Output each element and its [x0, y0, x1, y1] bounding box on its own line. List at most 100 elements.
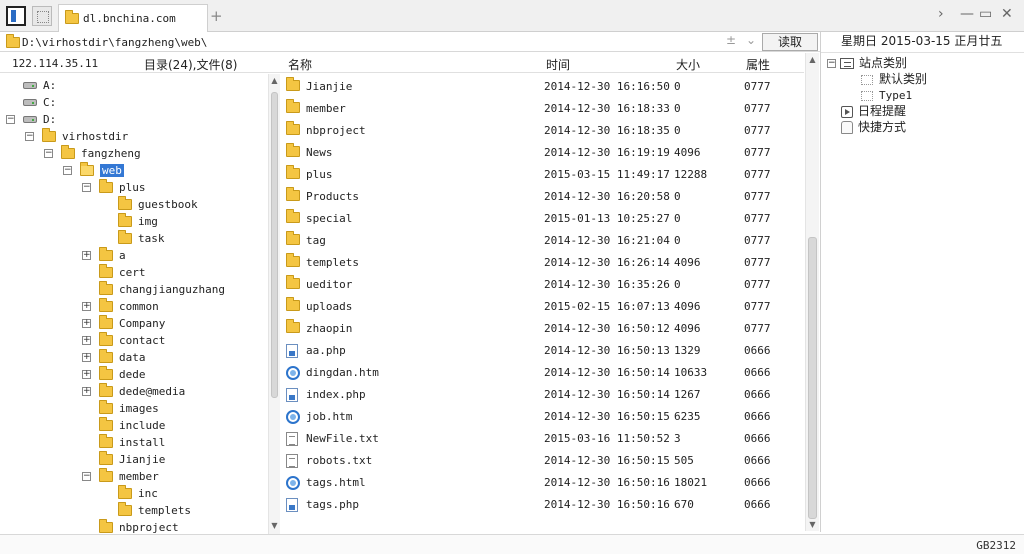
- panel-toggle-icon[interactable]: [6, 6, 26, 26]
- tree-item[interactable]: − member: [82, 467, 159, 484]
- collapse-icon[interactable]: −: [827, 59, 836, 68]
- file-row[interactable]: ueditor 2014-12-30 16:35:26 0 0777: [282, 274, 804, 296]
- collapse-icon[interactable]: −: [44, 148, 53, 158]
- site-category-node[interactable]: − 站点类别: [827, 55, 907, 71]
- blank-tab-icon[interactable]: [32, 6, 52, 26]
- shortcut-node[interactable]: 快捷方式: [841, 119, 906, 135]
- tree-item[interactable]: Jianjie: [82, 450, 165, 467]
- tree-item[interactable]: + common: [82, 297, 159, 314]
- tree-item-label: A:: [43, 78, 57, 92]
- col-attr-header[interactable]: 属性: [746, 56, 770, 73]
- expand-icon[interactable]: +: [82, 318, 91, 328]
- read-button[interactable]: 读取: [762, 33, 818, 51]
- file-row[interactable]: nbproject 2014-12-30 16:18:35 0 0777: [282, 120, 804, 142]
- file-row[interactable]: Jianjie 2014-12-30 16:16:50 0 0777: [282, 76, 804, 98]
- file-attr: 0666: [744, 388, 771, 401]
- tree-item[interactable]: + Company: [82, 314, 165, 331]
- tree-item[interactable]: C:: [6, 93, 56, 110]
- maximize-icon[interactable]: ▭: [979, 6, 992, 22]
- path-dropdown-icon[interactable]: ⌄: [746, 33, 756, 47]
- tree-item[interactable]: changjianguzhang: [82, 280, 225, 297]
- collapse-icon[interactable]: −: [6, 114, 15, 124]
- file-row[interactable]: zhaopin 2014-12-30 16:50:12 4096 0777: [282, 318, 804, 340]
- tree-item[interactable]: task: [101, 229, 165, 246]
- tree-item[interactable]: templets: [101, 501, 191, 518]
- expand-icon[interactable]: +: [82, 250, 91, 260]
- file-row[interactable]: dingdan.htm 2014-12-30 16:50:14 10633 0666: [282, 362, 804, 384]
- collapse-icon[interactable]: −: [25, 131, 34, 141]
- scroll-up-icon[interactable]: ▲: [806, 55, 819, 64]
- tree-item[interactable]: + dede@media: [82, 382, 185, 399]
- tree-item-label: install: [119, 435, 166, 449]
- path-adjust-icon[interactable]: ±: [726, 33, 736, 47]
- file-row[interactable]: tag 2014-12-30 16:21:04 0 0777: [282, 230, 804, 252]
- right-panel: 星期日 2015-03-15 正月廿五 − 站点类别 默认类别 Type1 日程提…: [820, 32, 1024, 532]
- expand-icon[interactable]: +: [82, 301, 91, 311]
- tree-item[interactable]: − fangzheng: [44, 144, 141, 161]
- tree-item[interactable]: cert: [82, 263, 146, 280]
- scroll-up-icon[interactable]: ▲: [269, 76, 280, 85]
- expand-icon[interactable]: +: [82, 352, 91, 362]
- close-icon[interactable]: ✕: [1001, 6, 1013, 22]
- tree-item[interactable]: − plus: [82, 178, 146, 195]
- file-row[interactable]: index.php 2014-12-30 16:50:14 1267 0666: [282, 384, 804, 406]
- schedule-node[interactable]: 日程提醒: [841, 103, 906, 119]
- tree-scrollbar[interactable]: ▲ ▼: [268, 74, 280, 534]
- tree-item[interactable]: − web: [63, 161, 124, 178]
- tab-active[interactable]: dl.bnchina.com: [58, 4, 208, 32]
- file-list-scrollbar[interactable]: ▲ ▼: [805, 53, 819, 531]
- file-row[interactable]: tags.html 2014-12-30 16:50:16 18021 0666: [282, 472, 804, 494]
- file-time: 2014-12-30 16:35:26: [544, 278, 670, 291]
- file-row[interactable]: job.htm 2014-12-30 16:50:15 6235 0666: [282, 406, 804, 428]
- file-row[interactable]: member 2014-12-30 16:18:33 0 0777: [282, 98, 804, 120]
- file-row[interactable]: NewFile.txt 2015-03-16 11:50:52 3 0666: [282, 428, 804, 450]
- chevron-right-icon[interactable]: ›: [938, 6, 944, 22]
- tree-item[interactable]: + dede: [82, 365, 146, 382]
- col-name-header[interactable]: 名称: [288, 56, 312, 73]
- tree-item[interactable]: img: [101, 212, 158, 229]
- tree-item[interactable]: inc: [101, 484, 158, 501]
- tree-scroll-thumb[interactable]: [271, 92, 278, 398]
- tree-item[interactable]: + a: [82, 246, 126, 263]
- tree-item[interactable]: − D:: [6, 110, 56, 127]
- scroll-down-icon[interactable]: ▼: [269, 521, 280, 530]
- folder-icon: [99, 280, 113, 295]
- type1-node[interactable]: Type1: [861, 88, 912, 104]
- file-row[interactable]: special 2015-01-13 10:25:27 0 0777: [282, 208, 804, 230]
- add-tab-icon[interactable]: +: [210, 7, 223, 25]
- tree-item[interactable]: install: [82, 433, 165, 450]
- tree-item[interactable]: images: [82, 399, 159, 416]
- tree-item[interactable]: include: [82, 416, 165, 433]
- file-size: 6235: [674, 410, 701, 423]
- path-input[interactable]: [22, 34, 762, 50]
- collapse-icon[interactable]: −: [82, 182, 91, 192]
- expand-icon[interactable]: +: [82, 335, 91, 345]
- file-row[interactable]: templets 2014-12-30 16:26:14 4096 0777: [282, 252, 804, 274]
- tree-item[interactable]: + data: [82, 348, 146, 365]
- collapse-icon[interactable]: −: [82, 471, 91, 481]
- tree-item[interactable]: nbproject: [82, 518, 179, 535]
- col-time-header[interactable]: 时间: [546, 56, 570, 73]
- col-size-header[interactable]: 大小: [676, 56, 700, 73]
- file-row[interactable]: tags.php 2014-12-30 16:50:16 670 0666: [282, 494, 804, 516]
- expand-icon[interactable]: +: [82, 386, 91, 396]
- collapse-icon[interactable]: −: [63, 165, 72, 175]
- encoding-label[interactable]: GB2312: [976, 539, 1016, 552]
- minimize-icon[interactable]: —: [960, 6, 974, 22]
- tree-item[interactable]: + contact: [82, 331, 165, 348]
- scroll-down-icon[interactable]: ▼: [806, 520, 819, 529]
- tree-item[interactable]: A:: [6, 76, 56, 93]
- tree-item[interactable]: guestbook: [101, 195, 198, 212]
- expand-icon[interactable]: +: [82, 369, 91, 379]
- file-row[interactable]: robots.txt 2014-12-30 16:50:15 505 0666: [282, 450, 804, 472]
- tree-item[interactable]: − virhostdir: [25, 127, 128, 144]
- file-row[interactable]: aa.php 2014-12-30 16:50:13 1329 0666: [282, 340, 804, 362]
- file-row[interactable]: News 2014-12-30 16:19:19 4096 0777: [282, 142, 804, 164]
- folder-icon: [286, 187, 300, 201]
- file-scroll-thumb[interactable]: [808, 237, 817, 519]
- file-row[interactable]: uploads 2015-02-15 16:07:13 4096 0777: [282, 296, 804, 318]
- file-row[interactable]: Products 2014-12-30 16:20:58 0 0777: [282, 186, 804, 208]
- file-time: 2014-12-30 16:50:12: [544, 322, 670, 335]
- default-category-node[interactable]: 默认类别: [861, 71, 927, 87]
- file-row[interactable]: plus 2015-03-15 11:49:17 12288 0777: [282, 164, 804, 186]
